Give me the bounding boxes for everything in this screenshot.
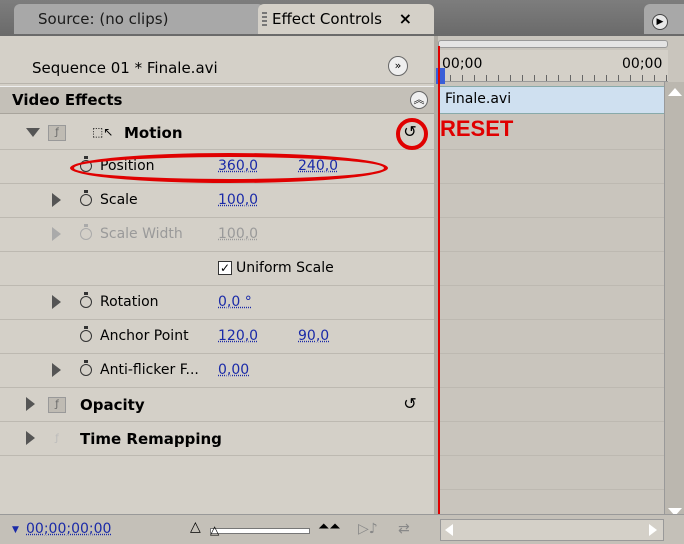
sequence-title: Sequence 01 * Finale.avi [32,59,218,77]
zoom-slider-knob-icon[interactable]: △ [210,523,219,537]
ruler-start-time: 00;00 [442,56,483,72]
opacity-reset-icon[interactable]: ↺ [400,394,420,414]
zoom-bar[interactable] [438,40,668,48]
video-effects-header: Video Effects ︽ [0,86,436,114]
video-effects-title: Video Effects [12,91,123,109]
property-scale-label: Scale [100,192,138,208]
tab-bar: Source: (no clips) Effect Controls × ▶ [0,0,684,36]
scroll-left-icon[interactable] [445,524,453,536]
uniform-scale-row: ✓ Uniform Scale [0,252,436,286]
property-anti-flicker-row[interactable]: Anti-flicker F... 0,00 [0,354,436,388]
time-ruler[interactable]: 00;00 00;00 [436,50,668,84]
fx-toggle-icon: ƒ [48,431,66,447]
property-anti-flicker-label: Anti-flicker F... [100,362,199,378]
tab-close-icon[interactable]: × [399,4,412,34]
property-scale-width-row: Scale Width 100,0 [0,218,436,252]
clip-name: Finale.avi [445,91,512,107]
effect-opacity-label: Opacity [80,396,145,414]
tab-source-label: Source: (no clips) [38,10,169,28]
scale-width-value: 100,0 [218,226,259,242]
stopwatch-icon[interactable] [80,360,92,376]
current-timecode[interactable]: 00;00;00;00 [26,521,111,537]
effect-motion-row[interactable]: ƒ ⬚↖ Motion ↺ [0,116,436,150]
timeline-pane: 00;00 00;00 Finale.avi [436,36,684,544]
panel-menu-tab[interactable]: ▶ [644,4,684,34]
stopwatch-icon[interactable] [80,326,92,342]
sequence-row: Sequence 01 * Finale.avi » [0,50,436,84]
zoom-in-icon[interactable]: ⏶⏶ [318,519,340,535]
anti-flicker-value[interactable]: 0,00 [218,362,249,378]
property-scale-width-label: Scale Width [100,226,183,242]
fx-toggle-icon[interactable]: ƒ [48,125,66,141]
reset-highlight-circle [396,118,428,150]
property-rotation-label: Rotation [100,294,159,310]
horizontal-scrollbar[interactable] [440,519,664,541]
effect-time-remapping-row[interactable]: ƒ Time Remapping [0,422,436,456]
reset-annotation-label: RESET [440,116,514,141]
bottom-bar: ▼ 00;00;00;00 △ △ ⏶⏶ ▷♪ ⇄ [0,514,684,544]
effect-time-remapping-label: Time Remapping [80,430,222,448]
uniform-scale-checkbox[interactable]: ✓ [218,261,232,275]
anchor-point-y-value[interactable]: 90,0 [298,328,329,344]
tab-effect-controls[interactable]: Effect Controls × [258,4,434,34]
tab-source[interactable]: Source: (no clips) [14,4,264,34]
stopwatch-icon [80,224,92,240]
fx-toggle-icon[interactable]: ƒ [48,397,66,413]
ruler-end-time: 00;00 [622,56,663,72]
effect-opacity-row[interactable]: ƒ Opacity ↺ [0,388,436,422]
property-rotation-row[interactable]: Rotation 0,0 ° [0,286,436,320]
property-scale-row[interactable]: Scale 100,0 [0,184,436,218]
motion-transform-icon[interactable]: ⬚↖ [92,125,118,141]
anchor-point-x-value[interactable]: 120,0 [218,328,258,344]
effect-motion-label: Motion [124,124,183,142]
effect-controls-panel: Source: (no clips) Effect Controls × ▶ S… [0,0,684,544]
scroll-up-icon[interactable] [668,88,682,96]
clip-bar: Finale.avi [438,86,668,114]
expand-triangle-icon[interactable] [26,431,35,445]
tab-grip-icon[interactable] [262,12,267,26]
zoom-slider[interactable] [210,528,310,534]
loop-icon[interactable]: ⇄ [398,521,410,537]
effects-list-pane: Sequence 01 * Finale.avi » Video Effects… [0,36,436,544]
vertical-scrollbar[interactable] [664,82,684,522]
keyframe-area[interactable] [438,116,668,496]
collapse-icon[interactable]: ︽ [410,91,428,109]
expand-triangle-icon[interactable] [26,128,40,137]
panel-menu-icon[interactable]: ▶ [652,14,668,30]
ruler-ticks [438,75,668,81]
property-anchor-point-label: Anchor Point [100,328,189,344]
show-hide-timeline-button[interactable]: » [388,56,408,76]
timecode-marker-icon: ▼ [12,525,19,535]
tab-effect-controls-label: Effect Controls [272,10,382,28]
expand-triangle-icon[interactable] [26,397,35,411]
rotation-value[interactable]: 0,0 ° [218,294,252,310]
expand-triangle-icon[interactable] [52,295,61,309]
expand-triangle-icon[interactable] [52,363,61,377]
expand-triangle-icon [52,227,61,241]
scroll-right-icon[interactable] [649,524,657,536]
zoom-out-icon[interactable]: △ [190,519,201,535]
stopwatch-icon[interactable] [80,190,92,206]
position-highlight-ellipse [70,153,388,183]
expand-triangle-icon[interactable] [52,193,61,207]
play-audio-icon[interactable]: ▷♪ [358,521,378,537]
property-anchor-point-row[interactable]: Anchor Point 120,0 90,0 [0,320,436,354]
uniform-scale-label: Uniform Scale [236,260,334,276]
scale-value[interactable]: 100,0 [218,192,258,208]
stopwatch-icon[interactable] [80,292,92,308]
